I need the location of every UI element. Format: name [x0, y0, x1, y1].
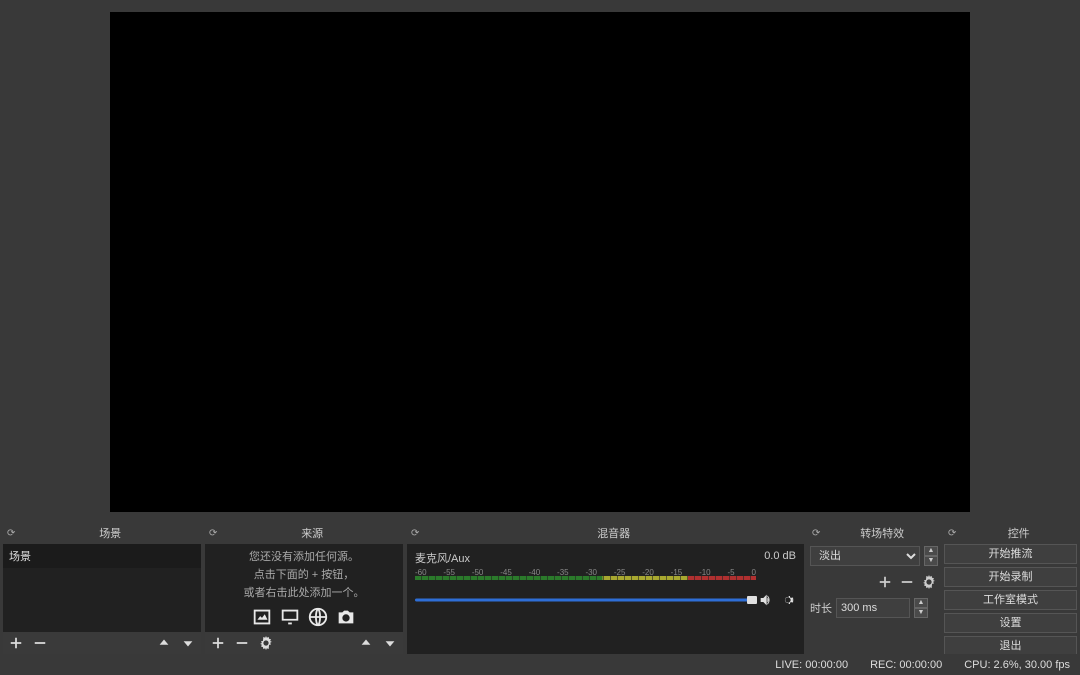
preview-area — [0, 0, 1080, 524]
add-scene-button[interactable] — [9, 636, 23, 650]
sources-panel: ⟳ 来源 您还没有添加任何源。 点击下面的 + 按钮， 或者右击此处添加一个。 — [205, 524, 403, 654]
status-bar: LIVE: 00:00:00 REC: 00:00:00 CPU: 2.6%, … — [0, 654, 1080, 675]
duration-label: 时长 — [810, 600, 832, 616]
controls-title: 控件 — [960, 525, 1077, 541]
add-source-button[interactable] — [211, 636, 225, 650]
globe-source-icon — [307, 606, 329, 628]
bottom-panels: ⟳ 场景 场景 ⟳ 来源 您还没有添加任何源。 点击下面的 + 按钮， — [0, 524, 1080, 654]
transition-properties-button[interactable] — [922, 575, 936, 589]
dock-handle-icon[interactable]: ⟳ — [205, 528, 221, 539]
track-name: 麦克风/Aux — [415, 550, 470, 566]
add-transition-button[interactable] — [878, 575, 892, 589]
sources-toolbar — [205, 632, 403, 654]
volume-meter: -60-55-50-45-40-35-30-25-20-15-10-50 — [415, 568, 796, 590]
scene-item[interactable]: 场景 — [3, 544, 201, 568]
image-source-icon — [251, 606, 273, 628]
duration-spin-down[interactable]: ▼ — [914, 608, 928, 618]
dock-handle-icon[interactable]: ⟳ — [407, 528, 423, 539]
move-source-down-button[interactable] — [383, 636, 397, 650]
empty-text-line: 您还没有添加任何源。 — [249, 548, 359, 564]
exit-button[interactable]: 退出 — [944, 636, 1077, 654]
controls-panel: ⟳ 控件 开始推流 开始录制 工作室模式 设置 退出 — [944, 524, 1077, 654]
display-source-icon — [279, 606, 301, 628]
mute-button[interactable] — [758, 592, 774, 608]
sources-empty-state[interactable]: 您还没有添加任何源。 点击下面的 + 按钮， 或者右击此处添加一个。 — [205, 544, 403, 632]
transitions-title: 转场特效 — [824, 525, 940, 541]
scenes-list[interactable]: 场景 — [3, 544, 201, 632]
camera-source-icon — [335, 606, 357, 628]
start-streaming-button[interactable]: 开始推流 — [944, 544, 1077, 564]
scenes-title: 场景 — [19, 525, 201, 541]
status-live: LIVE: 00:00:00 — [775, 659, 848, 671]
duration-spin-up[interactable]: ▲ — [914, 598, 928, 608]
move-scene-up-button[interactable] — [157, 636, 171, 650]
remove-scene-button[interactable] — [33, 636, 47, 650]
remove-source-button[interactable] — [235, 636, 249, 650]
track-db: 0.0 dB — [764, 550, 796, 566]
move-source-up-button[interactable] — [359, 636, 373, 650]
volume-slider[interactable] — [415, 593, 752, 607]
status-cpu: CPU: 2.6%, 30.00 fps — [964, 659, 1070, 671]
dock-handle-icon[interactable]: ⟳ — [944, 528, 960, 539]
dock-handle-icon[interactable]: ⟳ — [808, 528, 824, 539]
sources-title: 来源 — [221, 525, 403, 541]
transition-spin-up[interactable]: ▲ — [924, 546, 938, 556]
move-scene-down-button[interactable] — [181, 636, 195, 650]
transitions-panel: ⟳ 转场特效 淡出 ▲ ▼ 时长 ▲ — [808, 524, 940, 654]
settings-button[interactable]: 设置 — [944, 613, 1077, 633]
source-properties-button[interactable] — [259, 636, 273, 650]
transition-select[interactable]: 淡出 — [810, 546, 920, 566]
start-recording-button[interactable]: 开始录制 — [944, 567, 1077, 587]
mixer-title: 混音器 — [423, 525, 804, 541]
dock-handle-icon[interactable]: ⟳ — [3, 528, 19, 539]
track-settings-button[interactable] — [780, 592, 796, 608]
transition-spin-down[interactable]: ▼ — [924, 556, 938, 566]
scenes-panel: ⟳ 场景 场景 — [3, 524, 201, 654]
status-rec: REC: 00:00:00 — [870, 659, 942, 671]
empty-text-line: 点击下面的 + 按钮， — [254, 566, 355, 582]
empty-text-line: 或者右击此处添加一个。 — [244, 584, 365, 600]
audio-track: 麦克风/Aux 0.0 dB -60-55-50-45-40-35-30-25-… — [407, 544, 804, 614]
preview-canvas[interactable] — [110, 12, 970, 512]
scenes-toolbar — [3, 632, 201, 654]
duration-input[interactable] — [836, 598, 910, 618]
studio-mode-button[interactable]: 工作室模式 — [944, 590, 1077, 610]
remove-transition-button[interactable] — [900, 575, 914, 589]
audio-mixer-panel: ⟳ 混音器 麦克风/Aux 0.0 dB -60-55-50-45-40-35-… — [407, 524, 804, 654]
